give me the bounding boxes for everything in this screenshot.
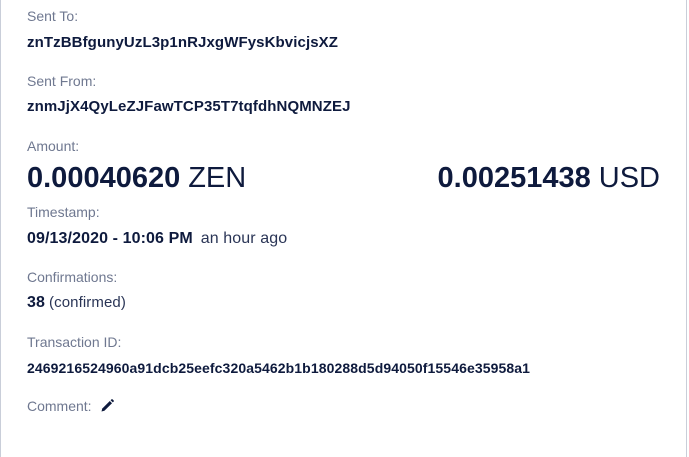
sent-to-address: znTzBBfgunyUzL3p1nRJxgWFysKbvicjsXZ xyxy=(27,34,339,51)
zen-amount-value: 0.00040620 xyxy=(27,162,181,194)
usd-amount: 0.00251438 USD xyxy=(438,160,660,196)
transaction-details-panel: Sent To: znTzBBfgunyUzL3p1nRJxgWFysKbvic… xyxy=(0,0,687,457)
confirmations-count: 38 xyxy=(27,294,45,311)
comment-label: Comment: xyxy=(27,398,92,414)
usd-amount-value: 0.00251438 xyxy=(437,162,591,194)
sent-from-field: Sent From: znmJjX4QyLeZJFawTCP35T7tqfdhN… xyxy=(27,73,351,116)
confirmations-field: Confirmations: 38 (confirmed) xyxy=(27,269,126,312)
confirmations-value-row: 38 (confirmed) xyxy=(27,294,126,312)
timestamp-relative: an hour ago xyxy=(200,230,288,247)
amount-label-wrap: Amount: xyxy=(27,138,79,154)
amount-row: 0.00040620 ZEN 0.00251438 USD xyxy=(27,160,660,196)
timestamp-field: Timestamp: 09/13/2020 - 10:06 PM an hour … xyxy=(27,204,287,248)
timestamp-label: Timestamp: xyxy=(27,204,100,220)
pencil-icon[interactable] xyxy=(100,399,114,413)
sent-from-label: Sent From: xyxy=(27,73,97,89)
usd-amount-unit: USD xyxy=(598,162,660,194)
comment-field: Comment: xyxy=(27,398,114,414)
zen-amount: 0.00040620 ZEN xyxy=(27,160,246,196)
timestamp-value: 09/13/2020 - 10:06 PM xyxy=(27,230,193,247)
transaction-id-value[interactable]: 2469216524960a91dcb25eefc320a5462b1b1802… xyxy=(27,359,530,377)
confirmations-label: Confirmations: xyxy=(27,269,118,285)
timestamp-value-row: 09/13/2020 - 10:06 PM an hour ago xyxy=(27,230,287,248)
transaction-id-label: Transaction ID: xyxy=(27,334,122,350)
amount-label: Amount: xyxy=(27,138,80,154)
sent-from-address: znmJjX4QyLeZJFawTCP35T7tqfdhNQMNZEJ xyxy=(27,98,351,115)
sent-to-label: Sent To: xyxy=(27,8,79,24)
confirmations-status: (confirmed) xyxy=(49,294,126,311)
zen-amount-unit: ZEN xyxy=(188,162,247,194)
transaction-id-field: Transaction ID: 2469216524960a91dcb25eef… xyxy=(27,334,530,377)
sent-to-field: Sent To: znTzBBfgunyUzL3p1nRJxgWFysKbvic… xyxy=(27,8,338,52)
